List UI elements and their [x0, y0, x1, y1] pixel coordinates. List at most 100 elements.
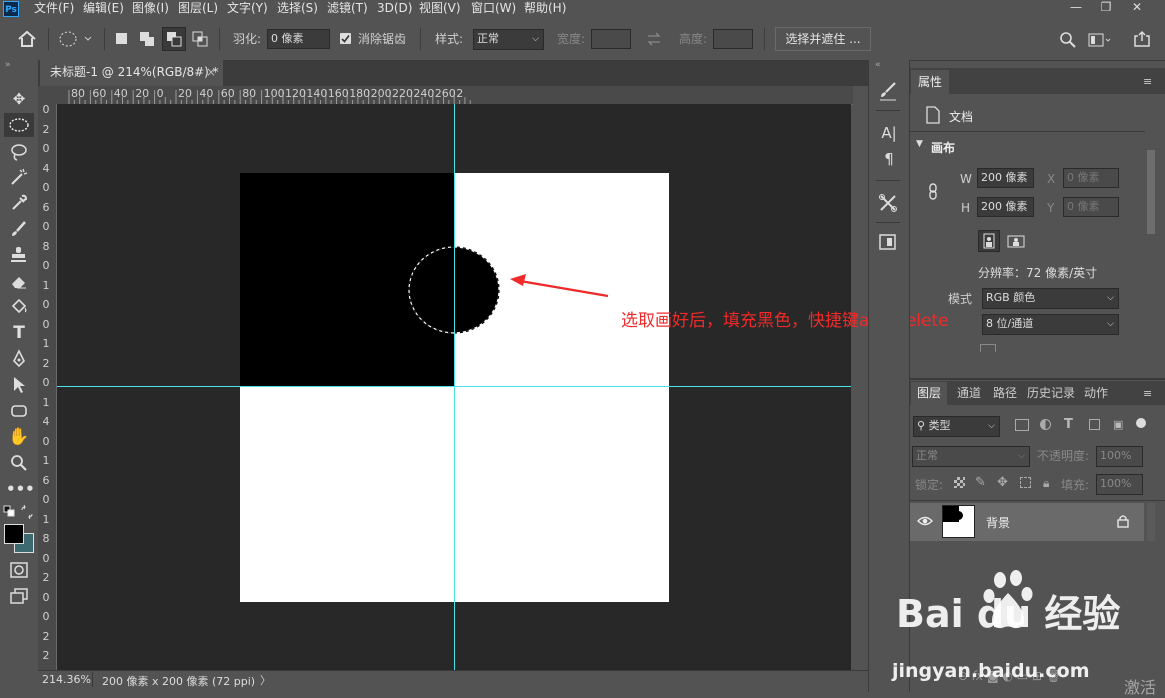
panel-menu-icon[interactable]: ≡: [1143, 387, 1152, 400]
intersect-selection-icon[interactable]: [192, 31, 208, 47]
eye-icon[interactable]: [917, 515, 933, 527]
lock-image-icon[interactable]: ✎: [975, 475, 986, 490]
new-selection-icon[interactable]: [116, 33, 127, 44]
menu-help[interactable]: 帮助(H): [524, 0, 566, 18]
filter-smart-object-icon[interactable]: ▣: [1113, 418, 1123, 431]
path-selection-icon[interactable]: [9, 375, 29, 395]
tab-layers[interactable]: 图层: [911, 382, 947, 405]
elliptical-marquee-tool-button[interactable]: [4, 113, 34, 137]
search-icon[interactable]: [1059, 31, 1077, 49]
collapse-icon[interactable]: «: [875, 60, 881, 70]
brush-settings-icon[interactable]: [877, 80, 899, 102]
zoom-icon[interactable]: [9, 453, 29, 473]
eraser-icon[interactable]: [9, 271, 29, 291]
hand-tool-icon[interactable]: ✋: [6, 426, 32, 448]
canvas-y-input[interactable]: 0 像素: [1063, 197, 1119, 217]
restore-icon[interactable]: ❐: [1093, 0, 1119, 16]
filter-shape-icon[interactable]: [1089, 419, 1100, 430]
filter-type-icon[interactable]: T: [1064, 417, 1073, 432]
tab-channels[interactable]: 通道: [957, 384, 981, 404]
zoom-level[interactable]: 214.36%: [42, 673, 91, 686]
menu-edit[interactable]: 编辑(E): [83, 0, 124, 18]
lasso-icon[interactable]: [9, 142, 29, 162]
collapse-icon[interactable]: »: [5, 60, 11, 70]
feather-input[interactable]: 0 像素: [267, 29, 330, 49]
canvas-width-input[interactable]: 200 像素: [977, 168, 1034, 188]
type-tool-icon[interactable]: T: [6, 322, 32, 344]
photoshop-logo-icon[interactable]: Ps: [3, 1, 19, 17]
tab-properties[interactable]: 属性: [911, 70, 949, 94]
menu-select[interactable]: 选择(S): [277, 0, 318, 18]
layers-scrollbar[interactable]: [1147, 503, 1155, 541]
menu-layer[interactable]: 图层(L): [178, 0, 218, 18]
libraries-icon[interactable]: [878, 232, 898, 252]
bit-depth-select[interactable]: 8 位/通道 ⌵: [982, 314, 1119, 335]
pen-icon[interactable]: [9, 349, 29, 369]
tab-history[interactable]: 历史记录: [1027, 384, 1075, 404]
chevron-down-icon[interactable]: ▼: [916, 139, 923, 149]
elliptical-marquee-preset-icon[interactable]: [58, 30, 94, 48]
color-swatch-partial[interactable]: [980, 344, 996, 352]
properties-scrollbar[interactable]: [1147, 150, 1155, 234]
close-tab-icon[interactable]: ×: [206, 60, 216, 84]
tab-paths[interactable]: 路径: [993, 384, 1017, 404]
move-tool-icon[interactable]: ✥: [6, 88, 32, 110]
brush-icon[interactable]: [9, 219, 29, 239]
quick-mask-icon[interactable]: [9, 561, 29, 579]
home-icon[interactable]: [17, 30, 37, 48]
canvas-x-input[interactable]: 0 像素: [1063, 168, 1119, 188]
paragraph-panel-icon[interactable]: ¶: [877, 148, 901, 170]
lock-position-icon[interactable]: ✥: [997, 475, 1008, 490]
default-colors-icon[interactable]: [3, 505, 15, 517]
subtract-selection-button[interactable]: [162, 27, 186, 51]
share-icon[interactable]: [1133, 30, 1151, 48]
document-tab[interactable]: 未标题-1 @ 214%(RGB/8#) * ×: [40, 60, 223, 86]
layer-thumbnail[interactable]: [942, 505, 975, 538]
foreground-color-swatch[interactable]: [4, 524, 24, 544]
menu-filter[interactable]: 滤镜(T): [327, 0, 368, 18]
portrait-orientation-button[interactable]: [978, 230, 1000, 252]
swap-width-height-icon[interactable]: [646, 31, 662, 47]
menu-image[interactable]: 图像(I): [132, 0, 169, 18]
opacity-input[interactable]: 100%: [1096, 446, 1143, 467]
character-panel-icon[interactable]: A|: [877, 122, 901, 144]
link-icon[interactable]: [926, 182, 940, 202]
panel-menu-icon[interactable]: ≡: [1143, 75, 1152, 88]
workspace-icon[interactable]: [1088, 31, 1112, 49]
menu-3d[interactable]: 3D(D): [377, 0, 412, 18]
vertical-guide[interactable]: [454, 104, 455, 670]
width-input[interactable]: [591, 29, 631, 49]
canvas-height-input[interactable]: 200 像素: [977, 197, 1034, 217]
tab-actions[interactable]: 动作: [1084, 384, 1108, 404]
menu-view[interactable]: 视图(V): [419, 0, 461, 18]
rectangle-tool-icon[interactable]: [9, 401, 29, 421]
status-menu-arrow[interactable]: 〉: [260, 672, 271, 688]
lock-all-icon[interactable]: 🔒︎: [1043, 476, 1049, 491]
fill-input[interactable]: 100%: [1096, 474, 1143, 495]
landscape-icon[interactable]: [1006, 231, 1026, 251]
clone-stamp-icon[interactable]: [9, 245, 29, 265]
layer-filter-select[interactable]: ⚲ 类型 ⌵: [913, 416, 1000, 437]
paint-bucket-icon[interactable]: [9, 297, 29, 317]
minimize-icon[interactable]: —: [1063, 0, 1089, 16]
eyedropper-icon[interactable]: [9, 193, 29, 213]
height-input[interactable]: [713, 29, 753, 49]
color-mode-select[interactable]: RGB 颜色 ⌵: [982, 288, 1119, 309]
ruler-origin[interactable]: [38, 86, 56, 104]
swap-colors-icon[interactable]: [20, 505, 34, 519]
horizontal-guide[interactable]: [57, 386, 851, 387]
menu-window[interactable]: 窗口(W): [471, 0, 516, 18]
antialias-checkbox[interactable]: [340, 33, 351, 44]
filter-pixel-icon[interactable]: [1015, 419, 1029, 431]
close-window-icon[interactable]: ✕: [1124, 0, 1150, 16]
lock-transparent-icon[interactable]: [954, 477, 965, 488]
filter-toggle-icon[interactable]: [1136, 418, 1146, 428]
layer-name[interactable]: 背景: [986, 514, 1010, 531]
magic-wand-icon[interactable]: [9, 167, 29, 187]
menu-file[interactable]: 文件(F): [34, 0, 74, 18]
tools-preset-icon[interactable]: [877, 192, 899, 214]
screen-mode-icon[interactable]: [9, 587, 29, 605]
blend-mode-select[interactable]: 正常 ⌵: [912, 446, 1030, 467]
filter-adjustment-icon[interactable]: [1040, 419, 1051, 430]
style-select[interactable]: 正常 ⌵: [473, 29, 544, 50]
